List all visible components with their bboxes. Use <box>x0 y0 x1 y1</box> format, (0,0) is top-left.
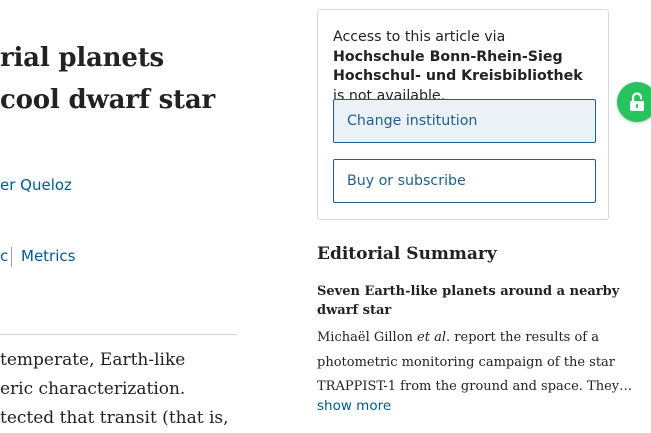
section-divider <box>0 334 237 335</box>
summary-line-1-rest: . report the results of a <box>446 330 599 345</box>
access-message: Access to this article via Hochschule Bo… <box>333 28 595 106</box>
summary-line-1: Michaël Gillon et al. report the results… <box>317 326 617 351</box>
institution-name: Hochschule Bonn-Rhein-Sieg Hochschul- un… <box>333 48 583 85</box>
editorial-summary-heading: Editorial Summary <box>317 244 497 264</box>
summary-line-3: TRAPPIST-1 from the ground and space. Th… <box>317 379 633 394</box>
show-more-link[interactable]: show more <box>317 398 391 414</box>
editorial-summary-subheading: Seven Earth-like planets around a nearby… <box>317 283 620 320</box>
article-title-line-2: cool dwarf star <box>0 85 215 115</box>
abstract-line: temperate, Earth-like <box>0 350 186 370</box>
subheading-line-2: dwarf star <box>317 302 392 318</box>
abstract-line: eric characterization. <box>0 379 186 399</box>
meta-link-truncated[interactable]: c <box>0 247 8 265</box>
metrics-link[interactable]: Metrics <box>21 247 75 265</box>
summary-author: Michaël Gillon <box>317 330 418 345</box>
open-lock-icon <box>630 92 644 111</box>
buy-or-subscribe-button[interactable]: Buy or subscribe <box>333 159 596 203</box>
author-link[interactable]: er Queloz <box>0 176 72 194</box>
buy-or-subscribe-label: Buy or subscribe <box>347 173 466 189</box>
access-message-prefix: Access to this article via <box>333 29 506 45</box>
summary-et-al: et al <box>417 330 447 345</box>
open-access-lock-tab[interactable] <box>617 82 651 122</box>
change-institution-label: Change institution <box>347 113 478 129</box>
article-title: rial planets cool dwarf star <box>0 37 230 121</box>
access-panel: Access to this article via Hochschule Bo… <box>317 9 609 220</box>
meta-separator <box>11 247 12 267</box>
editorial-summary-body: Michaël Gillon et al. report the results… <box>317 326 633 400</box>
article-title-line-1: rial planets <box>0 43 164 73</box>
abstract-line: tected that transit (that is, <box>0 408 229 428</box>
subheading-line-1: Seven Earth-like planets around a nearby <box>317 284 620 299</box>
change-institution-button[interactable]: Change institution <box>333 99 596 143</box>
summary-line-2: photometric monitoring campaign of the s… <box>317 354 616 370</box>
abstract-text: temperate, Earth-like eric characterizat… <box>0 346 240 433</box>
